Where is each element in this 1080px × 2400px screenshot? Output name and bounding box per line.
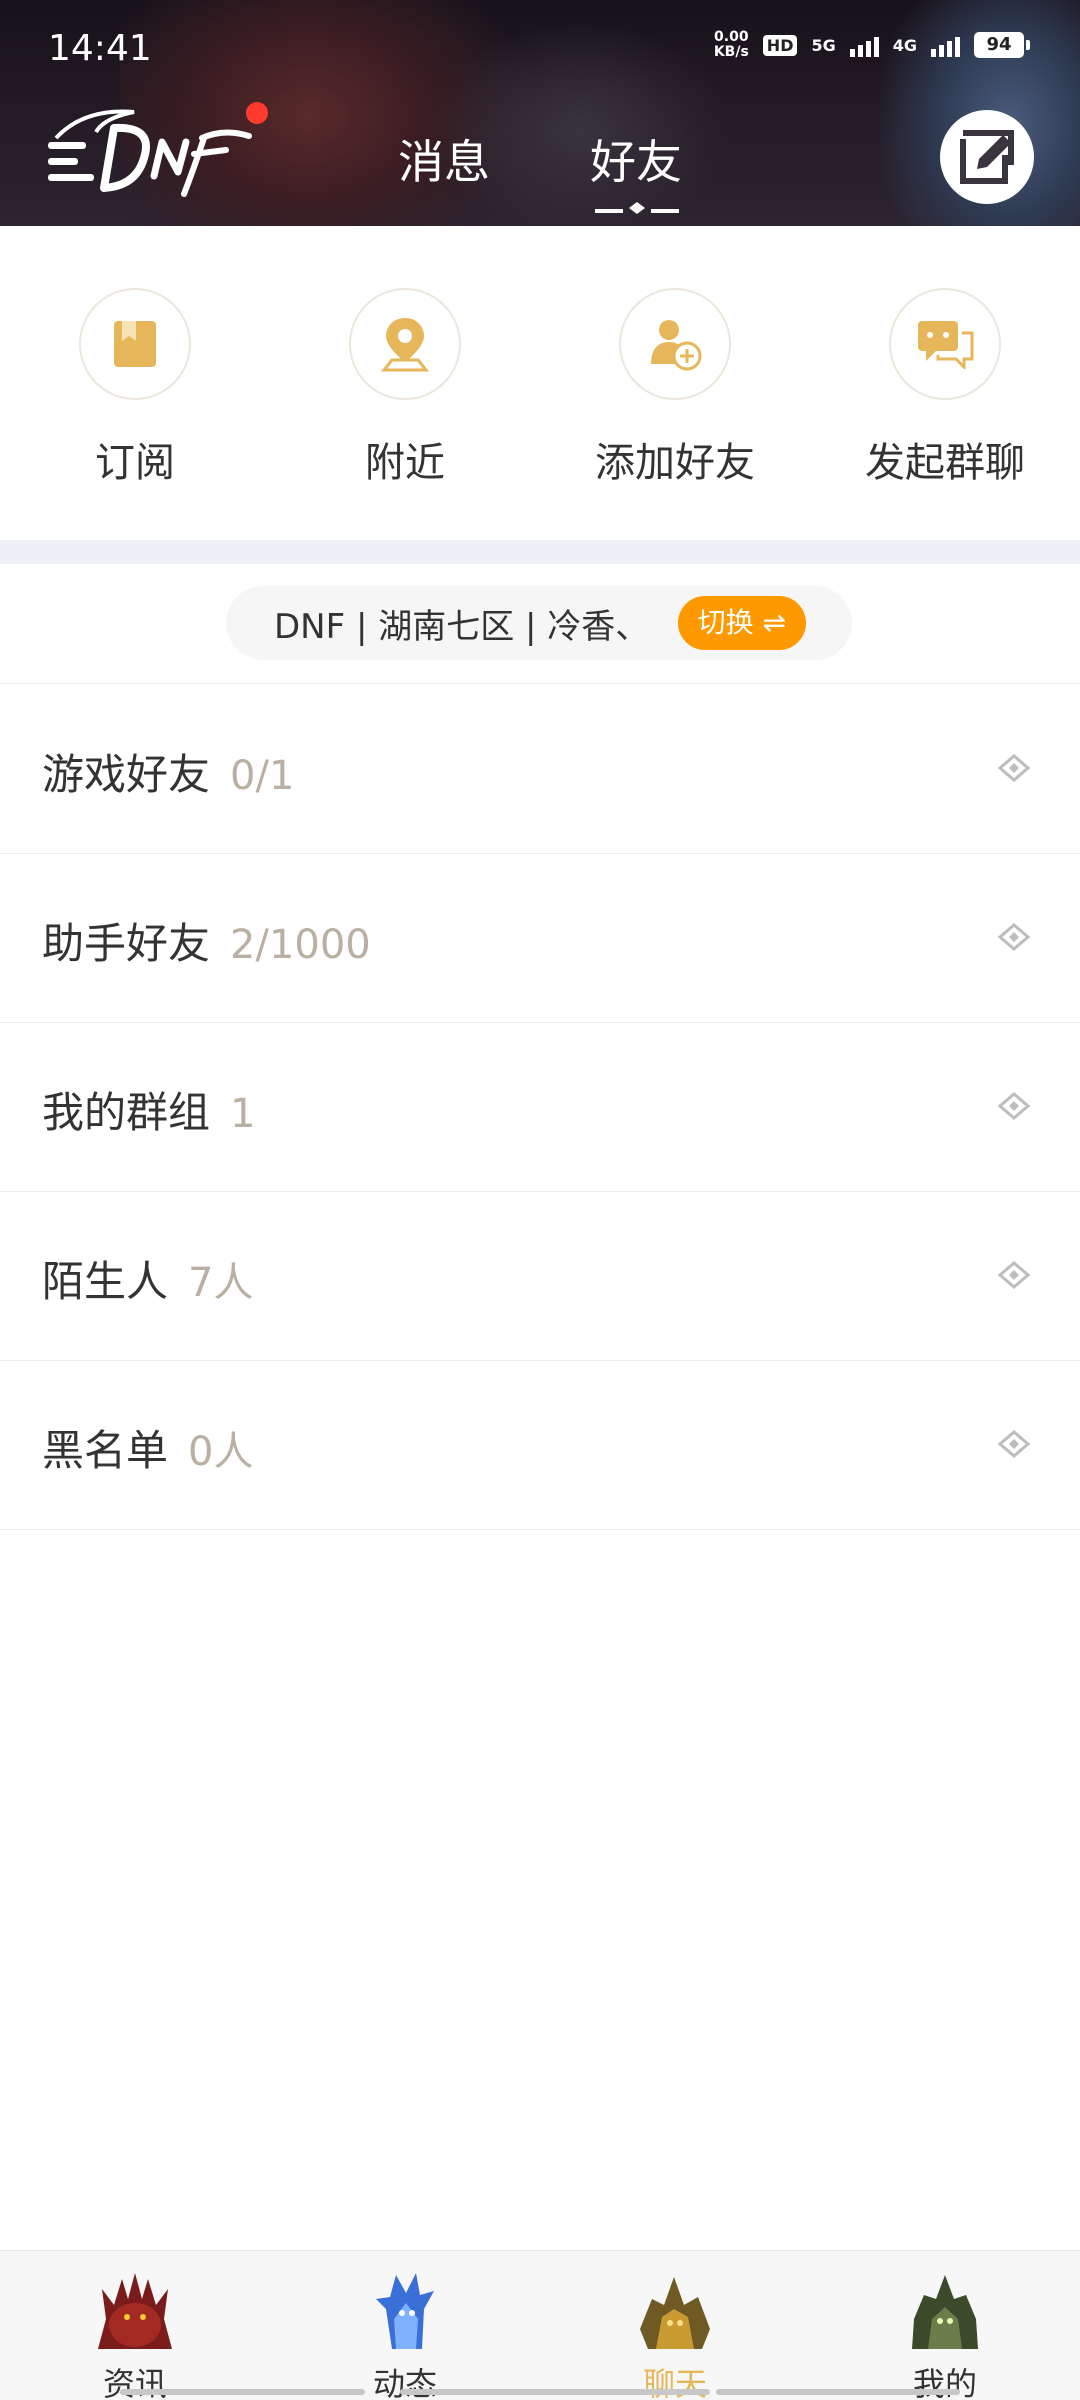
subscribe-action[interactable]: 订阅: [35, 288, 235, 488]
sim1-network-type: 5G: [811, 35, 836, 55]
subscribe-icon-circle: [79, 288, 191, 400]
gesture-bar: [400, 2389, 710, 2395]
group-name: 助手好友: [42, 919, 211, 968]
group-count: 7人: [188, 1260, 254, 1306]
bottom-navigation: 资讯 动态 聊天 我的: [0, 2250, 1080, 2400]
group-chat-action[interactable]: 发起群聊: [845, 288, 1045, 488]
top-navigation: 消息 好友: [0, 90, 1080, 226]
nav-chat[interactable]: 聊天: [575, 2269, 775, 2400]
expand-arrow-icon: [997, 923, 1031, 951]
edit-icon: [960, 130, 1014, 184]
group-count: 0/1: [230, 753, 295, 799]
status-bar: 14:41 0.00 KB/s HD 5G 4G 94: [0, 0, 1080, 90]
add-friend-icon-circle: [619, 288, 731, 400]
tab-friends[interactable]: 好友: [590, 126, 682, 192]
group-strangers[interactable]: 陌生人 7人: [0, 1192, 1080, 1361]
active-tab-indicator: [595, 202, 679, 214]
group-my-groups[interactable]: 我的群组 1: [0, 1023, 1080, 1192]
bookmark-icon: [114, 321, 156, 367]
status-time: 14:41: [48, 28, 152, 69]
group-name: 游戏好友: [42, 750, 211, 799]
expand-arrow-icon: [997, 1261, 1031, 1289]
expand-arrow-icon: [997, 754, 1031, 782]
group-count: 2/1000: [230, 922, 371, 968]
add-friend-action[interactable]: 添加好友: [575, 288, 775, 488]
group-game-friends[interactable]: 游戏好友 0/1: [0, 685, 1080, 854]
group-name: 陌生人: [42, 1257, 169, 1306]
location-pin-icon: [380, 318, 430, 372]
add-friend-label: 添加好友: [595, 440, 755, 486]
group-assistant-friends[interactable]: 助手好友 2/1000: [0, 854, 1080, 1023]
server-info: DNF | 湖南七区 | 冷香、: [274, 606, 650, 647]
section-divider: [0, 540, 1080, 564]
nearby-label: 附近: [365, 440, 445, 486]
battery-icon: 94: [974, 32, 1030, 58]
server-selector-row: DNF | 湖南七区 | 冷香、 切换 ⇌: [0, 564, 1080, 684]
notification-dot: [246, 102, 268, 124]
menu-logo-button[interactable]: [44, 98, 264, 208]
nav-news[interactable]: 资讯: [35, 2269, 235, 2400]
nearby-icon-circle: [349, 288, 461, 400]
group-name: 黑名单: [42, 1426, 169, 1475]
group-name: 我的群组: [42, 1088, 211, 1137]
group-count: 1: [230, 1091, 256, 1137]
nav-feed[interactable]: 动态: [305, 2269, 505, 2400]
feed-avatar-icon: [376, 2273, 434, 2349]
subscribe-label: 订阅: [95, 440, 175, 486]
compose-button[interactable]: [940, 110, 1034, 204]
sim2-network-type: 4G: [892, 35, 917, 55]
group-blacklist[interactable]: 黑名单 0人: [0, 1361, 1080, 1530]
friend-groups-list: 游戏好友 0/1 助手好友 2/1000 我的群组 1 陌生人 7人 黑名单 0…: [0, 685, 1080, 1530]
network-speed-unit: KB/s: [713, 44, 749, 60]
status-indicators: 0.00 KB/s HD 5G 4G 94: [714, 30, 1030, 60]
group-chat-label: 发起群聊: [865, 440, 1025, 486]
quick-actions: 订阅 附近 添加好友 发起群聊: [0, 226, 1080, 540]
hd-icon: HD: [762, 34, 798, 56]
server-chip[interactable]: DNF | 湖南七区 | 冷香、 切换 ⇌: [226, 586, 852, 660]
me-avatar-icon: [912, 2275, 978, 2349]
group-chat-icon-circle: [889, 288, 1001, 400]
group-count: 0人: [188, 1429, 254, 1475]
news-avatar-icon: [98, 2273, 172, 2349]
expand-arrow-icon: [997, 1092, 1031, 1120]
gesture-bar: [120, 2389, 365, 2395]
network-speed-value: 0.00: [714, 29, 749, 45]
nearby-action[interactable]: 附近: [305, 288, 505, 488]
nav-me[interactable]: 我的: [845, 2269, 1045, 2400]
network-speed: 0.00 KB/s: [714, 30, 749, 60]
app-header: 14:41 0.00 KB/s HD 5G 4G 94 消息 好友: [0, 0, 1080, 226]
add-friend-icon: [651, 320, 702, 371]
group-chat-icon: [918, 321, 974, 369]
signal-strength-icon: [931, 33, 960, 57]
chat-avatar-icon: [640, 2277, 710, 2349]
tab-messages[interactable]: 消息: [398, 126, 490, 192]
battery-level: 94: [974, 32, 1024, 58]
expand-arrow-icon: [997, 1430, 1031, 1458]
gesture-bar: [716, 2389, 960, 2395]
switch-server-button[interactable]: 切换 ⇌: [677, 596, 806, 650]
signal-strength-icon: [849, 33, 879, 57]
